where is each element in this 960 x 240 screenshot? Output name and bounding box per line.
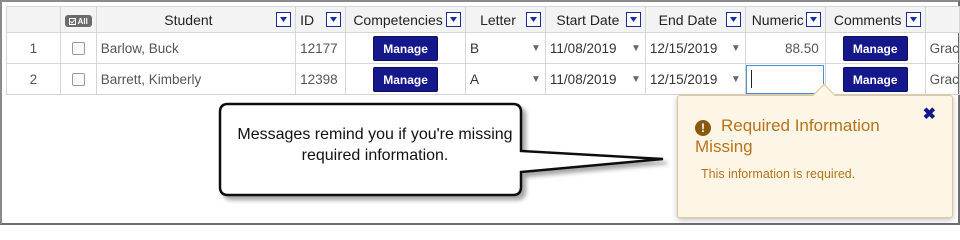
callout-text: Messages remind you if you're missing re…	[237, 126, 513, 164]
warning-icon: !	[695, 120, 711, 136]
popup-title-wrapper: ! Required Information Missing	[695, 115, 915, 157]
popup-message: This information is required.	[701, 167, 856, 181]
validation-popup: ! Required Information Missing This infor…	[677, 83, 953, 218]
popup-title: Required Information Missing	[695, 116, 880, 156]
close-icon[interactable]: ✖	[923, 104, 936, 124]
